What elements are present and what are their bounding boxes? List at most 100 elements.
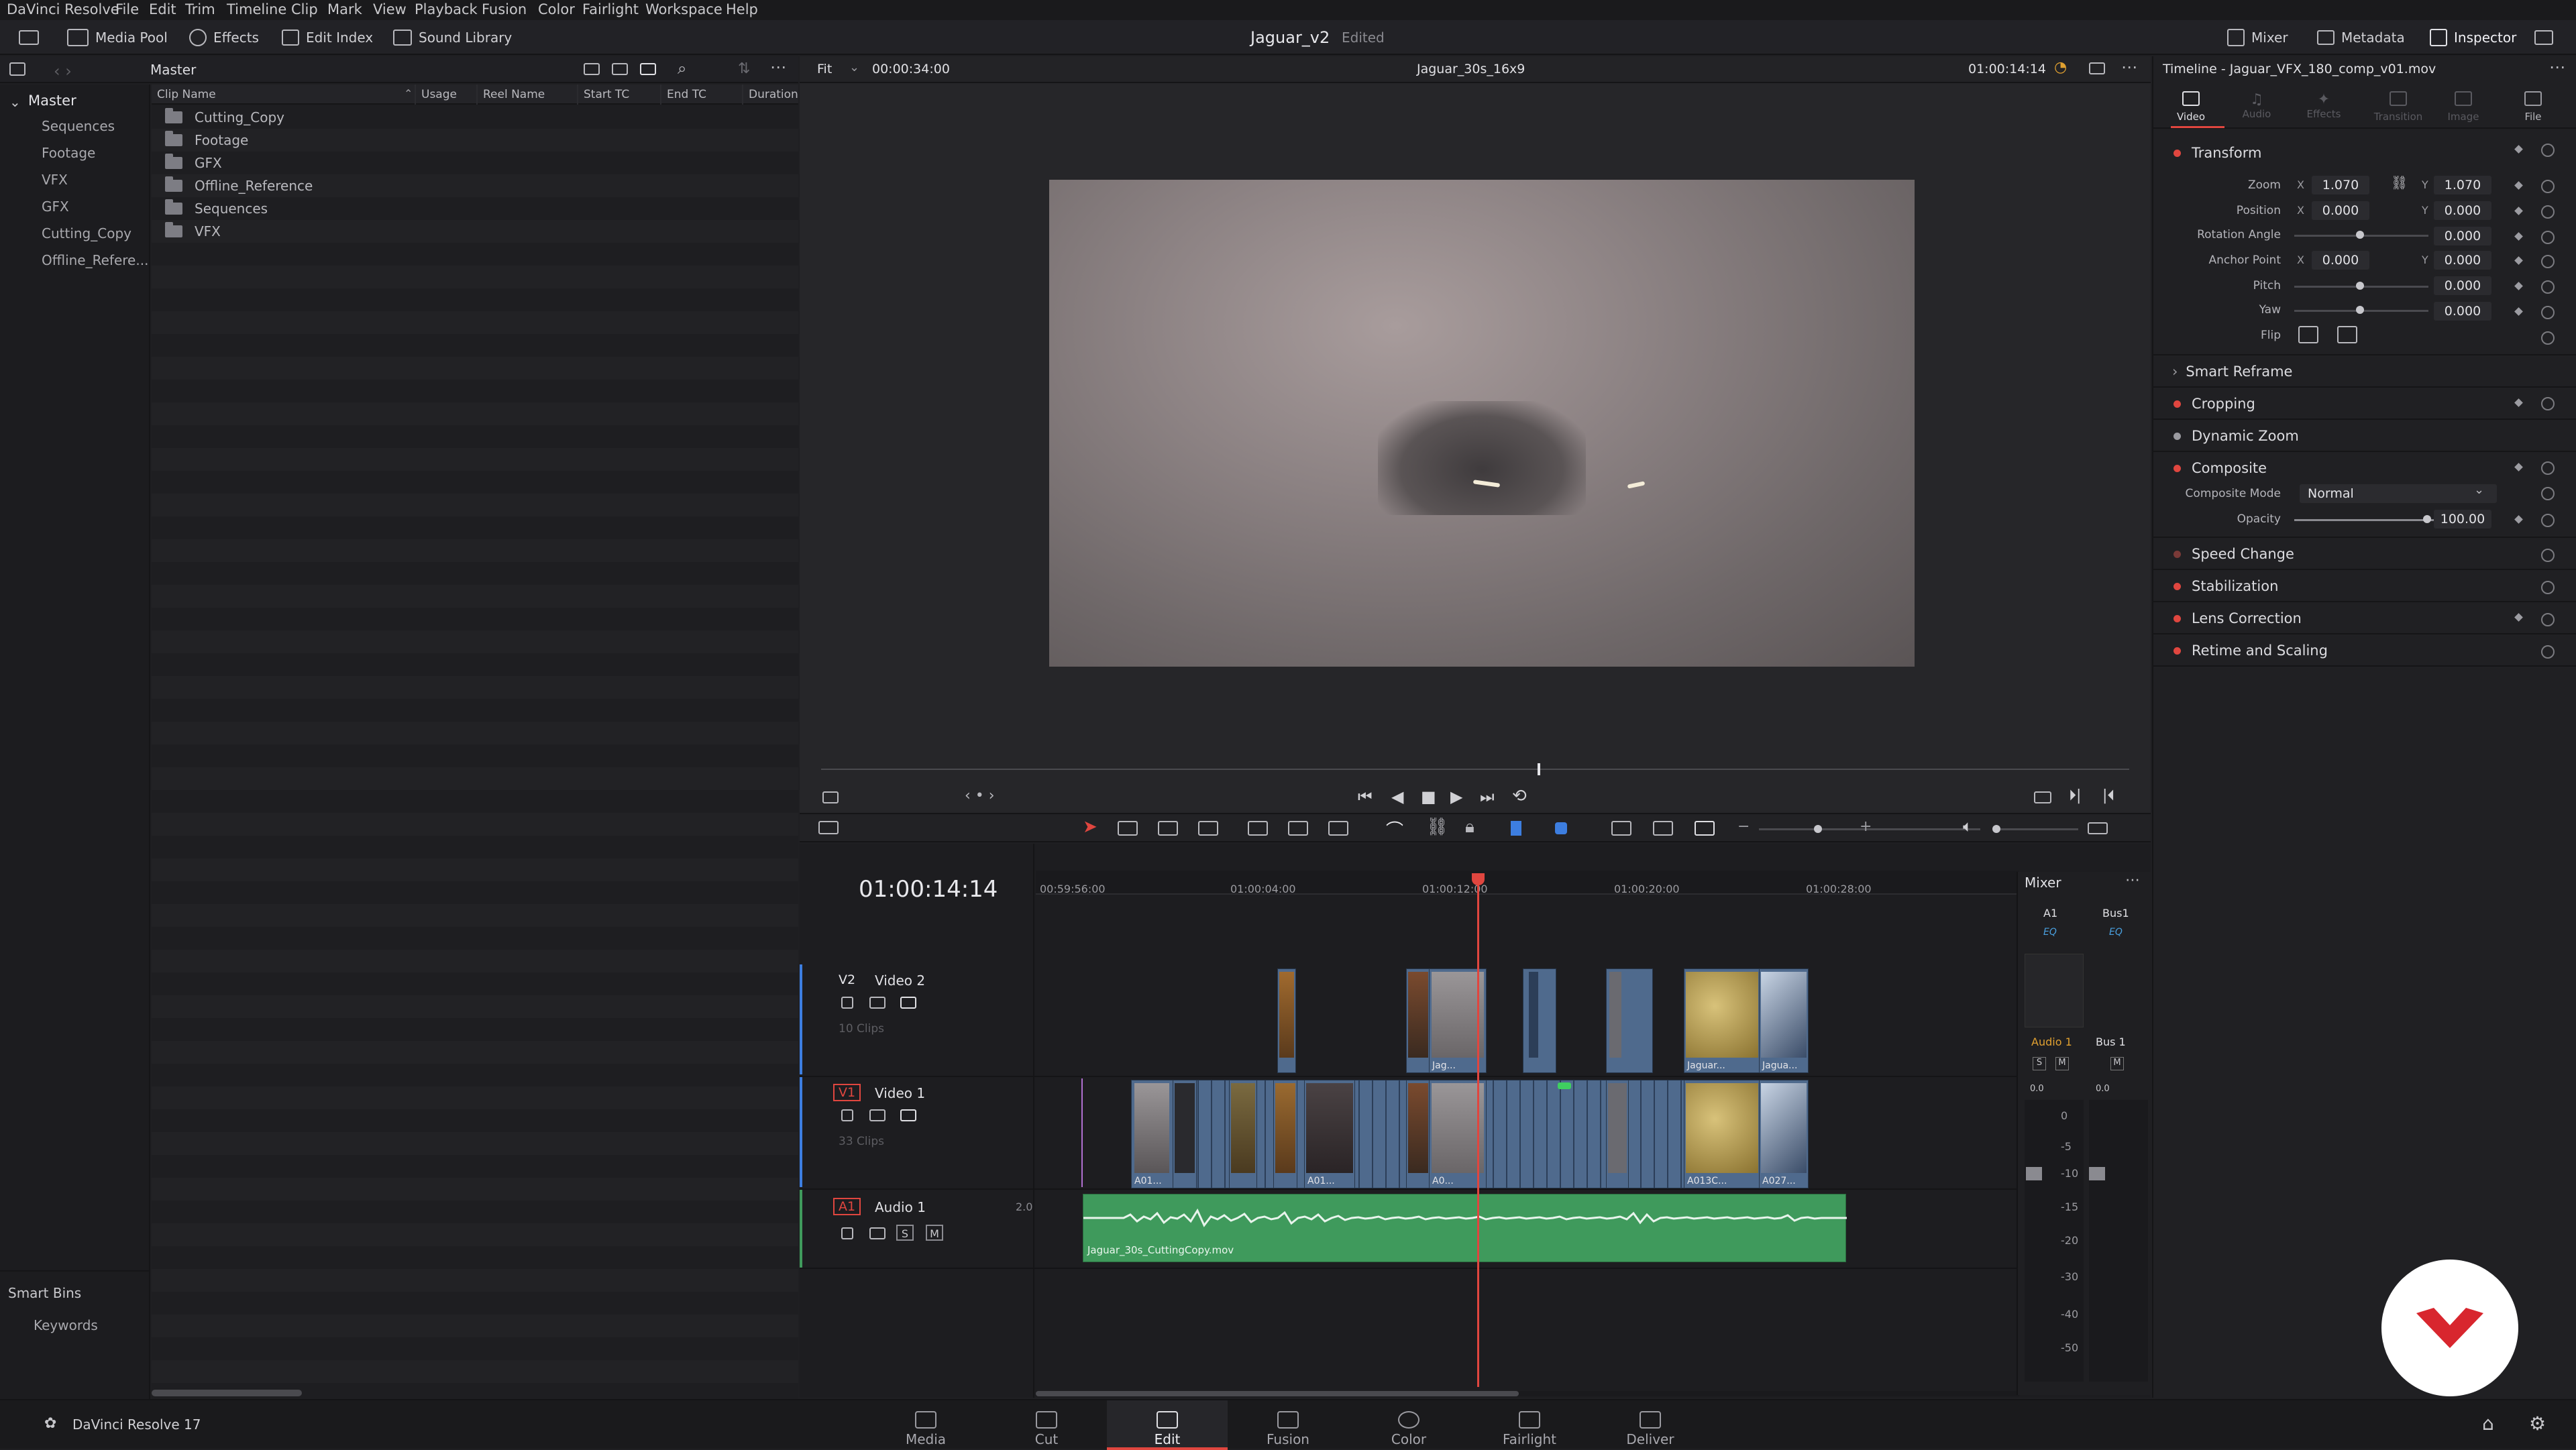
search-icon[interactable]: ⌕ (678, 59, 686, 78)
mixer-toggle-button[interactable]: Mixer (2227, 25, 2288, 50)
stop-icon[interactable]: ■ (1421, 787, 1436, 806)
timeline-clip[interactable] (1606, 1080, 1629, 1188)
timeline-timecode[interactable]: 01:00:14:14 (859, 876, 998, 903)
menu-mark[interactable]: Mark (327, 1, 362, 17)
go-to-start-icon[interactable]: ⏮ (1358, 787, 1373, 806)
play-icon[interactable]: ▶ (1450, 787, 1462, 806)
reverse-play-icon[interactable]: ◀ (1391, 787, 1403, 806)
section-transform[interactable]: Transform (2164, 138, 2567, 168)
more-options-icon[interactable]: ⋯ (2549, 58, 2565, 76)
zoom-slider-handle[interactable] (1814, 825, 1822, 833)
trim-tool-icon[interactable] (1118, 821, 1138, 836)
keyframe-icon[interactable] (2514, 282, 2523, 290)
fader-bus1[interactable] (2089, 1100, 2148, 1382)
zoom-out-icon[interactable]: − (1737, 818, 1750, 835)
workspace-toggle-button[interactable] (19, 25, 39, 50)
timeline-clip[interactable] (1523, 968, 1556, 1073)
track-id[interactable]: V1 (833, 1084, 861, 1101)
insert-clip-icon[interactable] (1248, 821, 1268, 836)
menu-workspace[interactable]: Workspace (645, 1, 722, 17)
keyframe-icon[interactable] (2514, 181, 2523, 190)
bin-item-gfx[interactable]: GFX (42, 199, 69, 215)
page-fairlight[interactable]: Fairlight (1469, 1400, 1590, 1450)
fader-handle[interactable] (2026, 1167, 2042, 1180)
section-smart-reframe[interactable]: › Smart Reframe (2164, 357, 2567, 386)
list-item[interactable]: Cutting_Copy (165, 106, 284, 129)
track-visibility-icon[interactable] (900, 1109, 916, 1121)
snapping-icon[interactable]: ⌒ (1386, 817, 1403, 842)
replace-clip-icon[interactable] (1328, 821, 1348, 836)
more-options-icon[interactable]: ⋯ (2125, 872, 2140, 889)
rotation-slider-handle[interactable] (2356, 231, 2364, 239)
sync-icon[interactable]: ◔ (2054, 59, 2067, 76)
timeline-clip[interactable]: A013C... (1684, 1080, 1760, 1188)
viewer-mode-icon[interactable] (822, 791, 839, 803)
reset-icon[interactable] (2541, 581, 2555, 594)
column-clip-name[interactable]: Clip Name (152, 85, 419, 105)
volume-slider[interactable] (1998, 828, 2078, 830)
fullscreen-button[interactable] (2534, 25, 2553, 50)
timeline-clip[interactable] (1606, 968, 1653, 1073)
zoom-x-field[interactable]: 1.070 (2312, 176, 2369, 194)
source-timecode[interactable]: 00:00:34:00 (872, 62, 950, 76)
zoom-detail-icon[interactable] (1653, 821, 1673, 836)
menu-fusion[interactable]: Fusion (482, 1, 527, 17)
timeline-clip[interactable] (1173, 1080, 1197, 1188)
timeline-scrollbar[interactable] (1036, 1391, 1519, 1396)
timeline-clip[interactable]: Jaguar... (1684, 968, 1760, 1073)
reset-icon[interactable] (2541, 205, 2555, 219)
lock-icon[interactable]: 🔒︎ (1465, 817, 1474, 838)
more-options-icon[interactable]: ⋯ (770, 58, 786, 76)
link-icon[interactable]: ⛓ (1426, 817, 1448, 837)
menu-help[interactable]: Help (726, 1, 758, 17)
go-to-end-icon[interactable]: ⏭ (1480, 787, 1495, 806)
zoom-in-icon[interactable]: + (1860, 818, 1872, 835)
tab-video[interactable]: Video (2171, 91, 2211, 123)
effects-button[interactable]: Effects (189, 25, 259, 50)
auto-track-select-icon[interactable] (869, 997, 885, 1009)
pitch-field[interactable]: 0.000 (2434, 276, 2491, 295)
reset-icon[interactable] (2541, 397, 2555, 410)
timeline-clip[interactable] (1229, 1080, 1257, 1188)
timeline-clip[interactable] (1406, 1080, 1430, 1188)
volume-icon[interactable]: 🔈︎ (1963, 817, 1972, 836)
keyframe-icon[interactable] (2514, 207, 2523, 215)
audio-clip[interactable]: Jaguar_30s_CuttingCopy.mov (1083, 1194, 1847, 1262)
section-speed-change[interactable]: Speed Change (2164, 539, 2567, 569)
zoom-y-field[interactable]: 1.070 (2434, 176, 2491, 194)
section-lens-correction[interactable]: Lens Correction (2164, 604, 2567, 633)
list-item[interactable]: VFX (165, 220, 221, 243)
opacity-slider-handle[interactable] (2423, 515, 2431, 523)
timeline-clip[interactable]: A01... (1131, 1080, 1174, 1188)
grid-view-icon[interactable] (612, 63, 628, 75)
section-retime-scaling[interactable]: Retime and Scaling (2164, 636, 2567, 665)
match-frame-icon[interactable]: ‹ • › (965, 787, 995, 804)
track-name[interactable]: Audio 1 (875, 1199, 926, 1215)
section-dynamic-zoom[interactable]: Dynamic Zoom (2164, 421, 2567, 451)
position-x-field[interactable]: 0.000 (2312, 201, 2369, 220)
inspector-button[interactable]: Inspector (2430, 25, 2516, 50)
rotation-field[interactable]: 0.000 (2434, 227, 2491, 245)
bin-master[interactable]: Master (28, 93, 76, 109)
menu-timeline[interactable]: Timeline (227, 1, 286, 17)
zoom-fit-dropdown[interactable]: Fit (817, 62, 832, 76)
metadata-button[interactable]: Metadata (2317, 25, 2405, 50)
list-item[interactable]: Footage (165, 129, 248, 152)
track-visibility-icon[interactable] (900, 997, 916, 1009)
pan-control[interactable] (2025, 954, 2084, 1027)
more-options-icon[interactable]: ⋯ (2121, 58, 2137, 76)
reset-icon[interactable] (2541, 280, 2555, 294)
timeline-clip[interactable] (1406, 968, 1430, 1073)
page-deliver[interactable]: Deliver (1590, 1400, 1711, 1450)
column-reel-name[interactable]: Reel Name (476, 85, 584, 105)
menu-trim[interactable]: Trim (185, 1, 215, 17)
track-id[interactable]: A1 (833, 1198, 861, 1215)
solo-button[interactable]: S (896, 1225, 914, 1241)
menu-file[interactable]: File (115, 1, 139, 17)
cinema-mode-icon[interactable] (2034, 791, 2051, 803)
marker[interactable] (1558, 1082, 1571, 1089)
meters-icon[interactable] (2088, 822, 2108, 834)
media-pool-button[interactable]: Media Pool (67, 25, 168, 50)
section-stabilization[interactable]: Stabilization (2164, 571, 2567, 601)
enable-dot[interactable] (2174, 614, 2181, 622)
